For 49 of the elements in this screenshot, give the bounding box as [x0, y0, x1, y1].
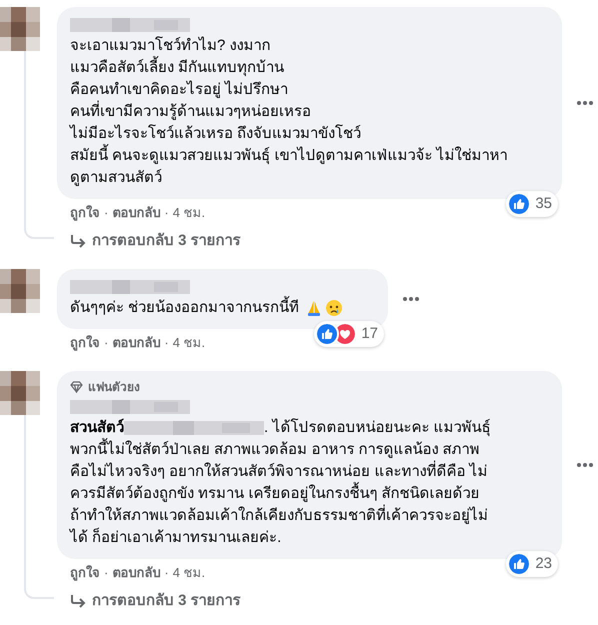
comment-text: ไม่มีอะไรจะโชว์แล้วเหรอ ถึงจับแมวมาขังโชว์	[70, 123, 362, 144]
reply-arrow-icon	[70, 594, 86, 608]
like-icon	[507, 192, 532, 216]
comment-text: คนที่เขามีความรู้ด้านแมวๆหน่อยเหรอ	[70, 101, 311, 123]
badge-label: แฟนตัวยง	[88, 379, 140, 395]
comment-text: . ได้โปรดตอบหน่อยนะคะ แมวพันธุ์	[264, 417, 491, 438]
reply-link[interactable]: ตอบกลับ	[112, 333, 160, 353]
reply-arrow-icon	[70, 234, 86, 248]
comment-text: ดูตามสวนสัตว์	[70, 168, 162, 188]
comment-text: ถ้าทำให้สภาพแวดล้อมเค้าใกล้เคียงกับธรรมชาติที่เค้าควรจะอยู่ไม่	[70, 505, 488, 527]
timestamp: 4 ชม.	[172, 204, 206, 222]
separator-dot: ·	[104, 204, 108, 222]
comment-text: จะเอาแมวมาโชว์ทำไม? งงมาก	[70, 35, 271, 56]
comment-text: พวกนี้ไม่ใช่สัตว์ป่าเลย สภาพแวดล้อม อาหาร การดูแลน้อง สภาพ	[70, 439, 480, 461]
avatar[interactable]	[0, 371, 40, 415]
separator-dot: ·	[104, 334, 108, 352]
diamond-icon	[70, 381, 83, 393]
separator-dot: ·	[164, 334, 169, 352]
timestamp: 4 ชม.	[172, 564, 206, 582]
separator-dot: ·	[164, 204, 169, 222]
like-icon	[315, 322, 340, 346]
comment-text: ได้ ก็อย่าเอาเค้ามาทรมานเลยค่ะ.	[70, 527, 282, 548]
reaction-count[interactable]: 35	[506, 191, 558, 217]
mention-link[interactable]: สวนสัตว์	[70, 417, 124, 439]
comment-text: แมวคือสัตว์เลี้ยง มีกันแทบทุกบ้าน	[70, 57, 284, 79]
view-replies-link[interactable]: การตอบกลับ 3 รายการ	[92, 231, 241, 251]
avatar[interactable]	[0, 7, 40, 51]
reply-link[interactable]: ตอบกลับ	[112, 563, 160, 583]
reply-link[interactable]: ตอบกลับ	[112, 203, 160, 223]
comment-text: สมัยนี้ คนจะดูแมวสวยแมวพันธุ์ เขาไปดูตามคาเฟ่แมวจ้ะ ไม่ใช่มาหา	[70, 145, 508, 167]
comment-text: คือไม่ไหวจริงๆ อยากให้สวนสัตว์พิจารณาหน่อย และทางที่ดีคือ ไม่	[70, 461, 488, 483]
like-link[interactable]: ถูกใจ	[70, 563, 100, 583]
comment-text: ควรมีสัตว์ต้องถูกขัง ทรมาน เครียดอยู่ในกรงชื้นๆ สักชนิดเลยด้วย	[70, 483, 480, 505]
timestamp: 4 ชม.	[172, 334, 206, 352]
more-icon[interactable]	[402, 296, 420, 302]
more-icon[interactable]	[576, 100, 594, 106]
like-link[interactable]: ถูกใจ	[70, 333, 100, 353]
separator-dot: ·	[164, 564, 169, 582]
reaction-count[interactable]: 17	[314, 321, 384, 347]
crying-face-icon	[325, 299, 344, 317]
like-icon	[507, 552, 532, 576]
view-replies-link[interactable]: การตอบกลับ 3 รายการ	[92, 591, 241, 611]
more-icon[interactable]	[576, 462, 594, 468]
separator-dot: ·	[104, 564, 108, 582]
avatar[interactable]	[0, 269, 40, 313]
reaction-count[interactable]: 23	[506, 551, 558, 577]
like-link[interactable]: ถูกใจ	[70, 203, 100, 223]
comment-text: คือคนทำเขาคิดอะไรอยู่ ไม่ปรึกษา	[70, 80, 288, 100]
comment-text: ดันๆๆค่ะ ช่วยน้องออกมาจากนรกนี้ที	[70, 297, 300, 319]
